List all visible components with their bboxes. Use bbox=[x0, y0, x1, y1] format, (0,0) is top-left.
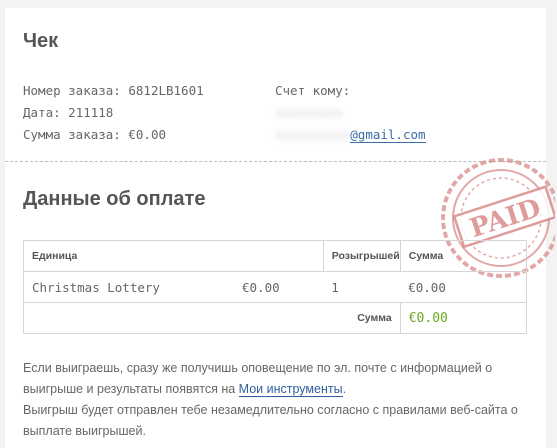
order-number-line: Номер заказа: 6812LB1601 bbox=[23, 80, 204, 102]
bill-to-name-redacted: xxxxxxxxx bbox=[275, 105, 343, 120]
col-item: Единица bbox=[23, 240, 324, 272]
note-period: . bbox=[342, 382, 347, 396]
item-price: €0.00 bbox=[242, 279, 280, 295]
email-redacted: xxxxxxxxxx bbox=[275, 127, 351, 142]
item-name: Christmas Lottery bbox=[32, 279, 160, 295]
receipt-panel: Чек Номер заказа: 6812LB1601 Дата: 21111… bbox=[5, 8, 555, 448]
order-number-label: Номер заказа: bbox=[23, 83, 121, 98]
table-header: Единица Розыгрышей Сумма bbox=[23, 240, 528, 272]
total-row: Сумма €0.00 bbox=[23, 302, 528, 334]
my-tools-link[interactable]: Мои инструменты bbox=[238, 382, 343, 397]
draws-cell: 1 bbox=[323, 271, 401, 303]
date-line: Дата: 211118 bbox=[23, 102, 204, 124]
payment-title: Данные об оплате bbox=[23, 188, 206, 210]
order-number: 6812LB1601 bbox=[128, 83, 204, 98]
sum-cell: €0.00 bbox=[400, 271, 528, 303]
bill-to: Счет кому: xxxxxxxxx xxxxxxxxxx@gmail.co… bbox=[275, 80, 426, 146]
bill-to-label: Счет кому: bbox=[275, 83, 351, 98]
payment-table: Единица Розыгрышей Сумма Christmas Lotte… bbox=[23, 240, 528, 334]
order-info: Номер заказа: 6812LB1601 Дата: 211118 Су… bbox=[23, 80, 204, 146]
note-text-2: Выигрыш будет отправлен тебе незамедлите… bbox=[23, 403, 518, 438]
amount-line: Сумма заказа: €0.00 bbox=[23, 124, 204, 146]
email-domain[interactable]: @gmail.com bbox=[350, 127, 426, 143]
col-sum: Сумма bbox=[399, 240, 528, 272]
table-row: Christmas Lottery €0.00 1 €0.00 bbox=[23, 271, 528, 303]
info-note: Если выиграешь, сразу же получишь оповещ… bbox=[23, 358, 533, 442]
item-cell: Christmas Lottery €0.00 bbox=[23, 271, 324, 303]
receipt-title: Чек bbox=[23, 30, 59, 52]
date-value: 211118 bbox=[68, 105, 114, 120]
date-label: Дата: bbox=[23, 105, 61, 120]
total-value: €0.00 bbox=[399, 302, 528, 334]
amount-label: Сумма заказа: bbox=[23, 127, 121, 142]
col-draws: Розыгрышей bbox=[323, 240, 401, 272]
total-label: Сумма bbox=[23, 302, 401, 334]
bill-to-email[interactable]: xxxxxxxxxx@gmail.com bbox=[275, 124, 426, 146]
amount-value: €0.00 bbox=[128, 127, 167, 142]
